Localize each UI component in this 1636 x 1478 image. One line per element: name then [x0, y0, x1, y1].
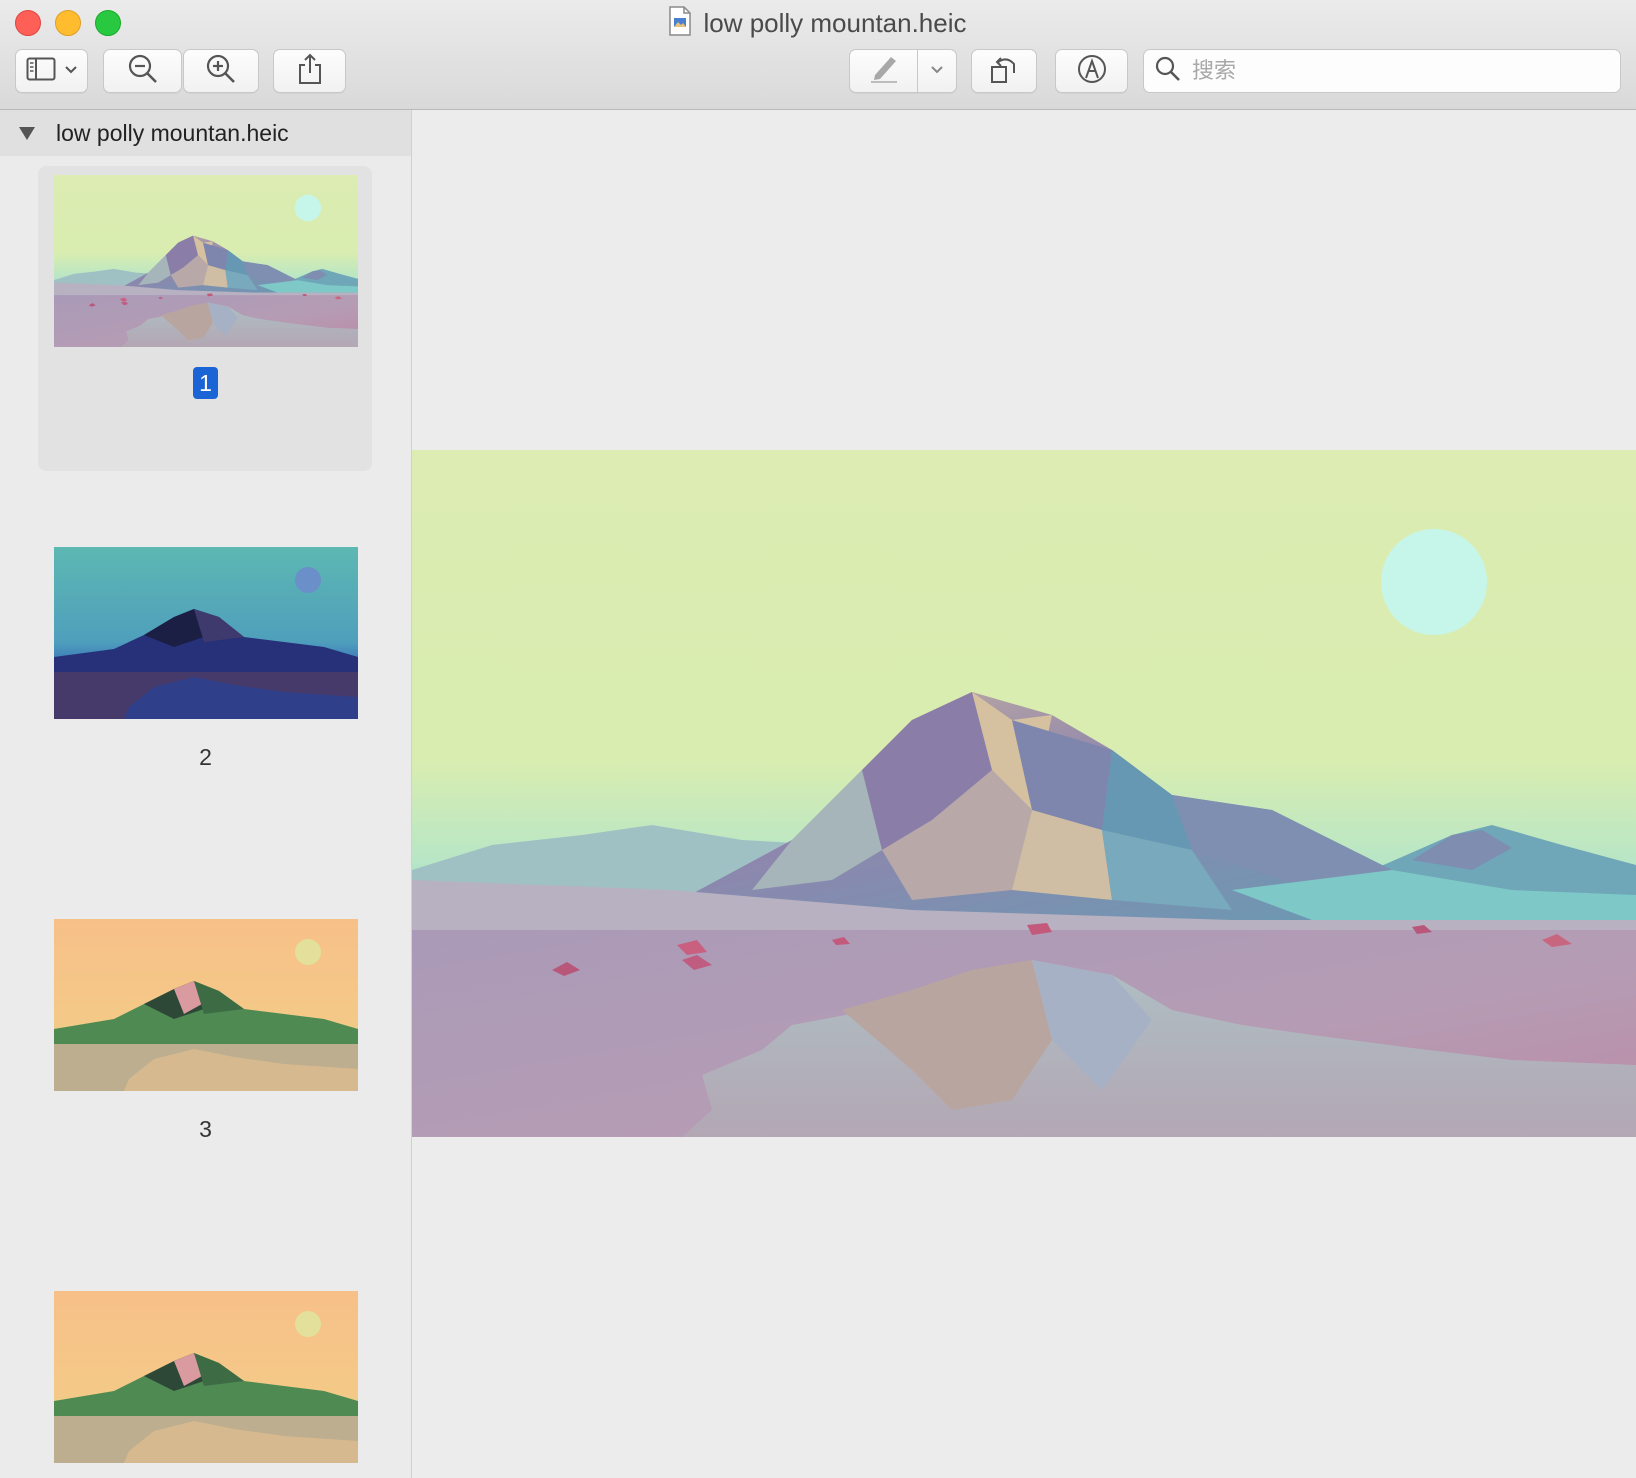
highlight-button[interactable]: [849, 49, 918, 93]
share-icon: [297, 53, 323, 90]
search-field[interactable]: [1143, 49, 1621, 93]
zoom-in-icon: [205, 53, 237, 90]
sidebar-document-header[interactable]: low polly mountan.heic: [0, 110, 411, 156]
page-number-1: 1: [0, 367, 411, 399]
search-input[interactable]: [1190, 57, 1594, 85]
page-thumbnail-3[interactable]: [54, 919, 358, 1091]
zoom-in-button[interactable]: [183, 49, 259, 93]
thumbnail-image: [54, 1291, 358, 1463]
page-thumbnail-2[interactable]: [54, 547, 358, 719]
highlight-menu-button[interactable]: [917, 49, 957, 93]
sidebar-toggle-button[interactable]: [15, 49, 88, 93]
document-icon: [669, 6, 692, 43]
disclosure-triangle-icon[interactable]: [18, 120, 36, 147]
thumbnail-image: [54, 919, 358, 1091]
window-title: low polly mountan.heic: [703, 8, 967, 38]
rotate-icon: [988, 53, 1020, 90]
zoom-out-button[interactable]: [103, 49, 182, 93]
page-thumbnail-4[interactable]: [54, 1291, 358, 1463]
search-icon: [1154, 55, 1182, 88]
image-viewer: [412, 110, 1636, 1478]
page-number-3: 3: [199, 1116, 212, 1142]
share-button[interactable]: [273, 49, 346, 93]
sidebar-icon: [26, 57, 56, 86]
markup-button[interactable]: [1055, 49, 1128, 93]
sidebar-document-name: low polly mountan.heic: [56, 119, 289, 146]
thumbnail-image: [54, 547, 358, 719]
pen-icon: [867, 53, 901, 90]
thumbnail-image: [54, 175, 358, 347]
thumbnail-sidebar: low polly mountan.heic 1 2 3: [0, 110, 412, 1478]
zoom-out-icon: [127, 53, 159, 90]
page-thumbnail-1[interactable]: [54, 175, 358, 347]
chevron-down-icon: [930, 62, 944, 80]
chevron-down-icon: [64, 62, 78, 80]
toolbar: low polly mountan.heic: [0, 0, 1636, 110]
page-number-2: 2: [199, 744, 212, 770]
main-image[interactable]: [412, 450, 1636, 1137]
rotate-button[interactable]: [971, 49, 1037, 93]
markup-icon: [1076, 53, 1108, 90]
window-title-bar: low polly mountan.heic: [0, 6, 1636, 43]
